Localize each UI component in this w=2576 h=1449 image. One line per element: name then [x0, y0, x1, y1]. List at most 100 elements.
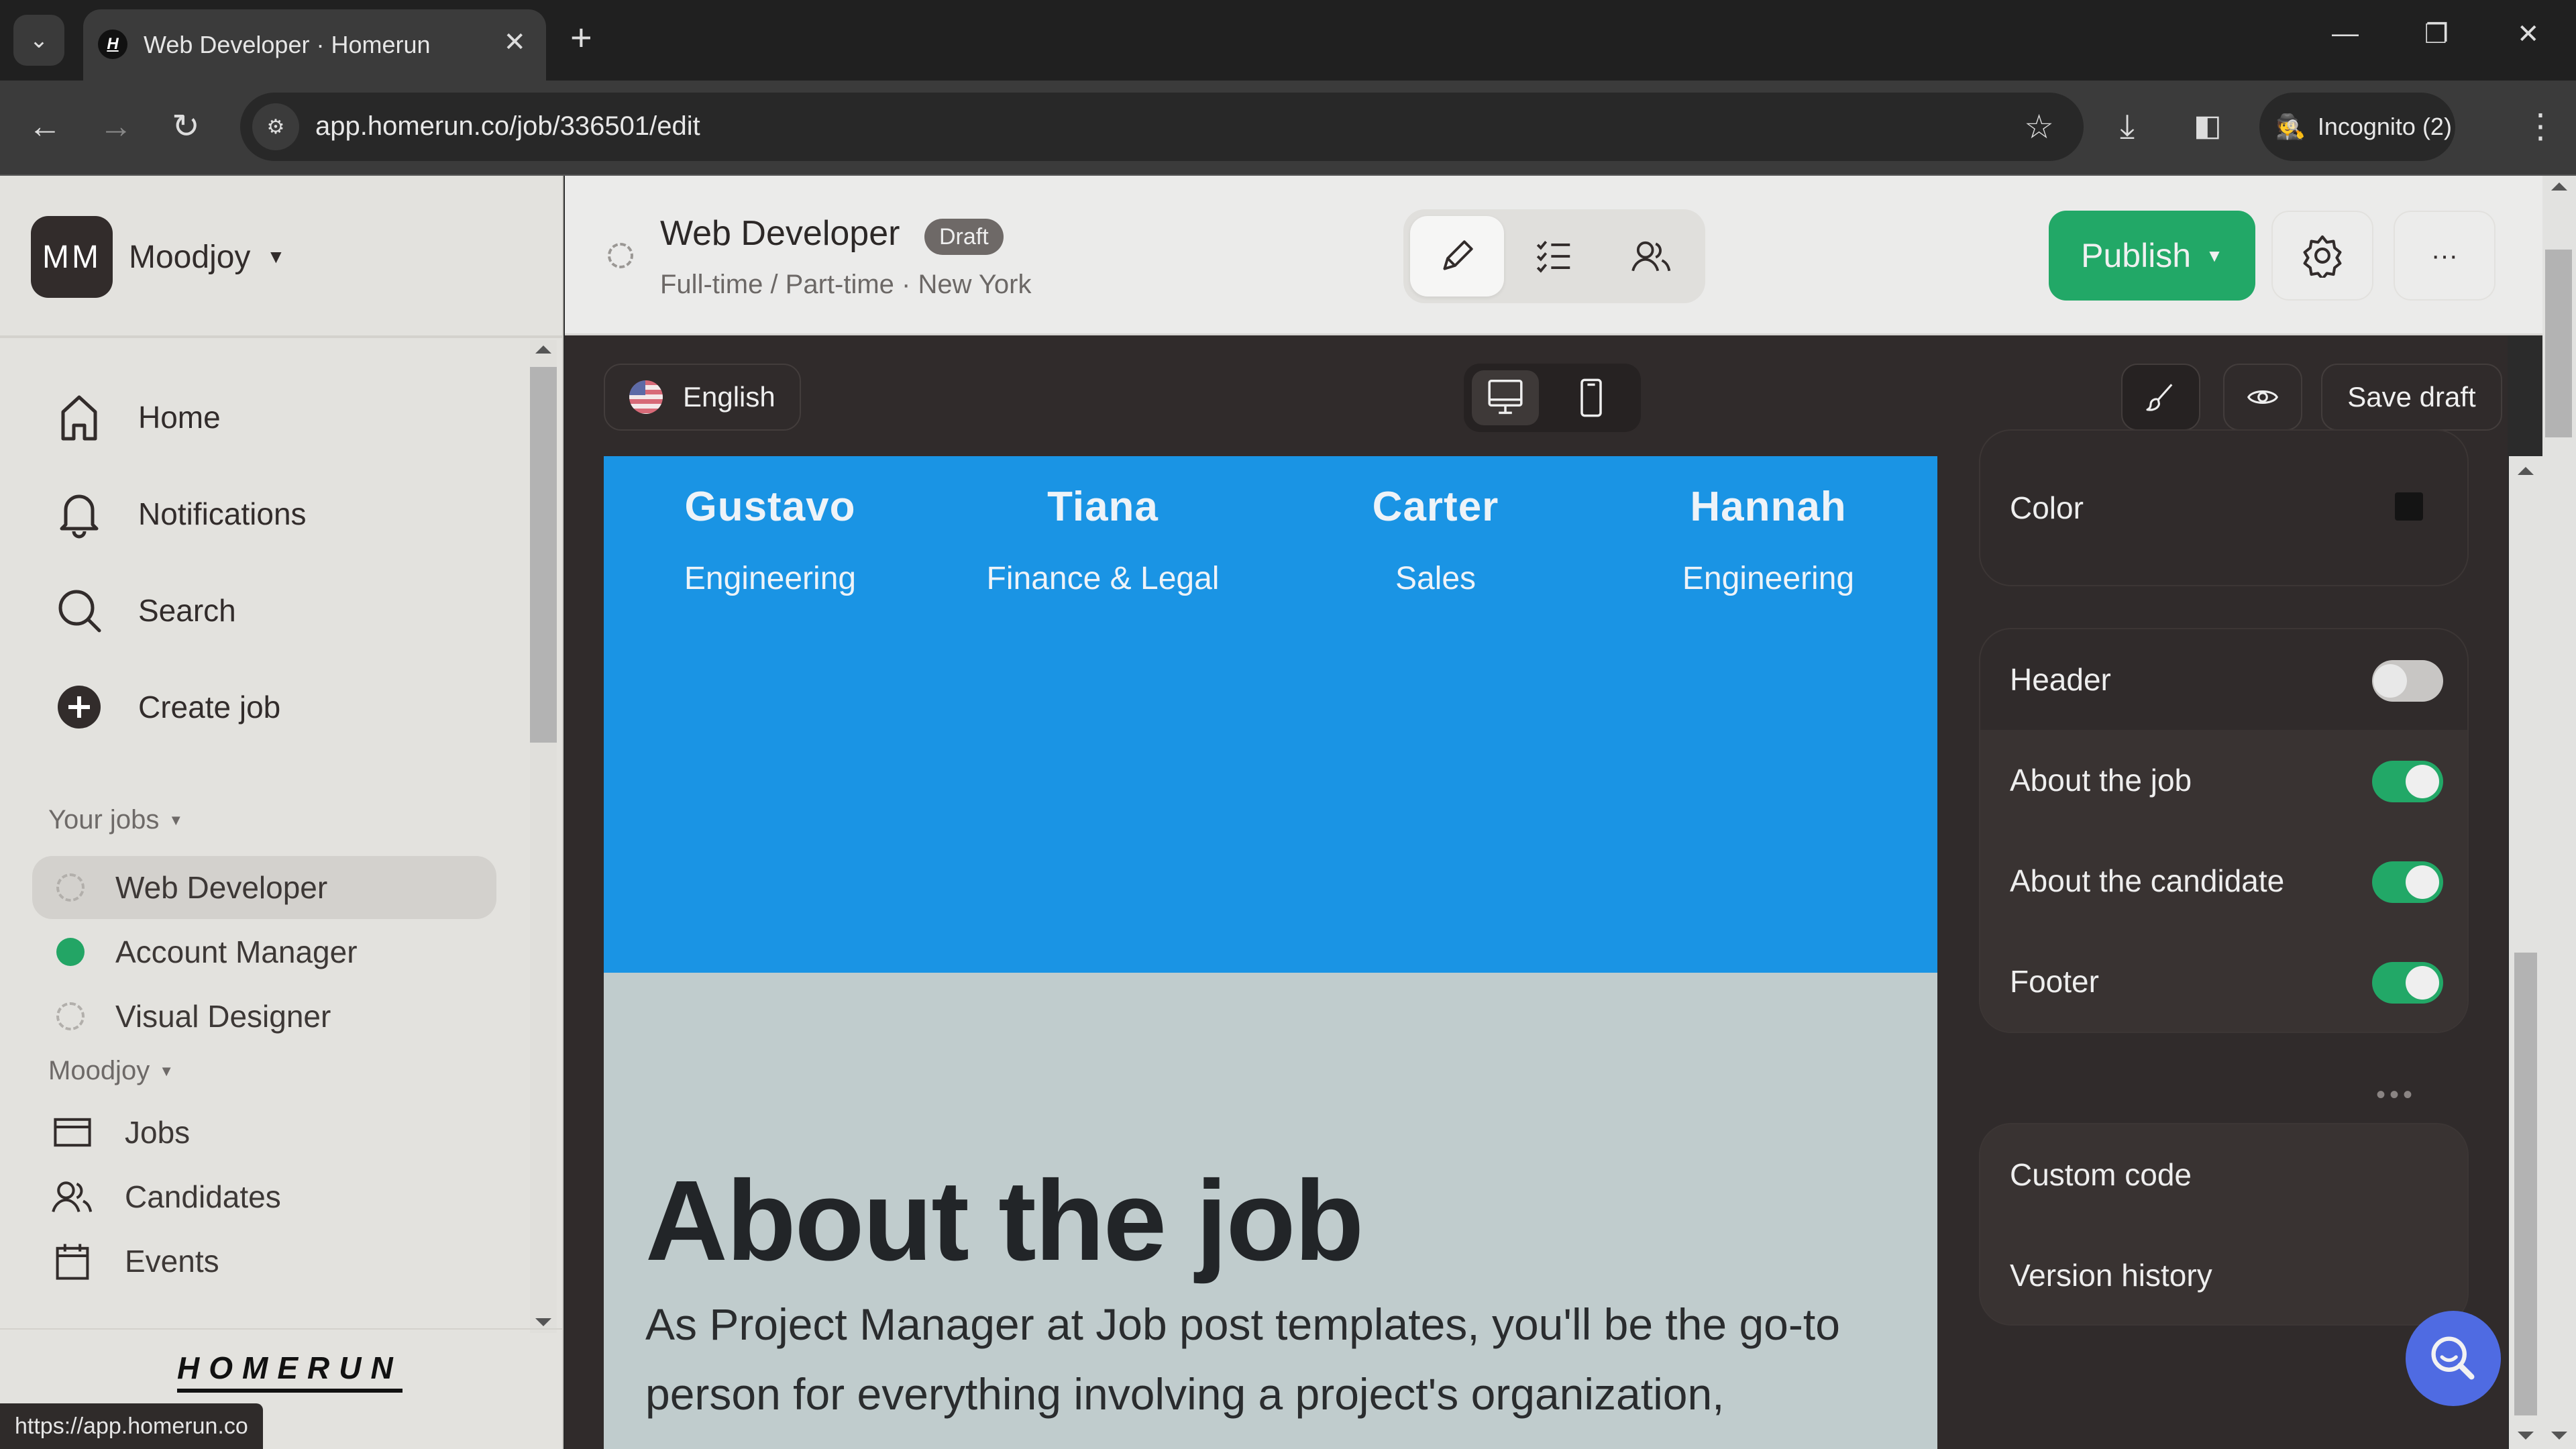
color-swatch[interactable]: [2395, 492, 2423, 521]
calendar-icon: [56, 1244, 89, 1280]
caret-down-icon: ▼: [159, 1062, 174, 1079]
scroll-down-arrow-icon[interactable]: [2551, 1432, 2567, 1440]
bell-icon: [60, 494, 99, 539]
more-options-dots-icon[interactable]: •••: [2376, 1080, 2416, 1110]
page-scrollbar[interactable]: [2542, 176, 2576, 1449]
mobile-view-button[interactable]: [1558, 370, 1625, 425]
scroll-down-arrow-icon[interactable]: [535, 1318, 551, 1326]
desktop-view-button[interactable]: [1472, 370, 1539, 425]
settings-scrollbar[interactable]: [2509, 456, 2542, 1449]
restore-icon[interactable]: ❐: [2424, 19, 2449, 50]
workspace-section-toggle[interactable]: Moodjoy ▼: [48, 1056, 174, 1086]
sidebar-item-label: Create job: [138, 690, 281, 724]
browser-tab-bar: ⌄ H Web Developer · Homerun ✕ + — ❐ ✕: [0, 0, 2576, 80]
toggle-knob: [2406, 765, 2439, 798]
site-settings-icon[interactable]: ⚙: [252, 103, 299, 150]
footer-toggle[interactable]: [2372, 962, 2443, 1004]
scroll-down-arrow-icon[interactable]: [2518, 1432, 2534, 1440]
section-toggle-row: About the job: [1980, 730, 2467, 830]
org-switcher[interactable]: MM Moodjoy ▼: [31, 216, 285, 298]
job-item-visual-designer[interactable]: Visual Designer: [32, 985, 496, 1048]
close-window-icon[interactable]: ✕: [2517, 19, 2540, 50]
language-selector[interactable]: English: [604, 364, 801, 431]
scroll-up-arrow-icon[interactable]: [535, 345, 551, 354]
scroll-up-arrow-icon[interactable]: [2551, 182, 2567, 191]
edit-mode-button[interactable]: [1410, 216, 1504, 297]
sections-card: Header About the job About the candidate…: [1979, 628, 2469, 1033]
your-jobs-section-toggle[interactable]: Your jobs ▼: [48, 805, 183, 835]
bookmark-star-icon[interactable]: ☆: [2024, 107, 2054, 146]
color-setting[interactable]: Color: [1980, 458, 2467, 558]
mode-switch: [1403, 209, 1705, 303]
sidebar-item-search[interactable]: Search: [52, 584, 236, 637]
custom-code-link[interactable]: Custom code: [1980, 1124, 2467, 1225]
about-candidate-toggle[interactable]: [2372, 861, 2443, 903]
device-switch: [1464, 364, 1641, 432]
sidebar-scrollbar[interactable]: [530, 340, 557, 1333]
section-label: Your jobs: [48, 805, 160, 835]
sidebar-item-notifications[interactable]: Notifications: [52, 487, 307, 541]
caret-down-icon: ▼: [168, 811, 184, 828]
browser-menu-icon[interactable]: ⋮: [2524, 106, 2557, 146]
candidates-mode-button[interactable]: [1605, 216, 1699, 297]
forward-icon[interactable]: →: [99, 106, 133, 146]
job-item-web-developer[interactable]: Web Developer: [32, 856, 496, 919]
header-toggle[interactable]: [2372, 660, 2443, 702]
page-scroll-thumb[interactable]: [2545, 250, 2572, 437]
browser-toolbar: ← → ↻ ⚙ app.homerun.co/job/336501/edit ☆…: [0, 80, 2576, 176]
sidebar-scroll-thumb[interactable]: [530, 367, 557, 743]
toggle-knob: [2373, 664, 2407, 698]
brush-icon: [2146, 384, 2173, 411]
section-label: About the candidate: [2010, 863, 2285, 898]
checklist-mode-button[interactable]: [1507, 216, 1601, 297]
sidebar-item-jobs[interactable]: Jobs: [51, 1111, 190, 1154]
job-settings-button[interactable]: [2271, 211, 2373, 301]
tab-list-button[interactable]: ⌄: [13, 15, 64, 66]
preview-button[interactable]: [2223, 364, 2302, 431]
minimize-icon[interactable]: —: [2332, 19, 2359, 49]
member-department: Finance & Legal: [986, 561, 1220, 596]
language-label: English: [683, 381, 775, 413]
scroll-up-arrow-icon[interactable]: [2518, 467, 2534, 475]
sidebar-item-home[interactable]: Home: [52, 390, 221, 444]
sidebar-item-label: Notifications: [138, 496, 307, 531]
member-name: Carter: [1372, 484, 1499, 530]
homerun-logo: HOMERUN: [177, 1350, 402, 1393]
back-icon[interactable]: ←: [28, 106, 62, 146]
new-tab-button[interactable]: +: [570, 17, 592, 58]
url-text[interactable]: app.homerun.co/job/336501/edit: [315, 111, 700, 142]
incognito-button[interactable]: 🕵 Incognito (2): [2259, 93, 2455, 161]
job-label: Web Developer: [115, 870, 328, 905]
eye-icon: [2247, 390, 2279, 404]
download-icon[interactable]: ⤓: [2120, 106, 2135, 146]
team-member: Carter Sales: [1269, 483, 1602, 597]
jobs-icon: [54, 1118, 91, 1147]
settings-scroll-thumb[interactable]: [2514, 953, 2537, 1415]
save-draft-button[interactable]: Save draft: [2321, 364, 2502, 431]
design-brush-button[interactable]: [2121, 364, 2200, 431]
sidebar-item-events[interactable]: Events: [51, 1240, 219, 1283]
address-bar[interactable]: ⚙ app.homerun.co/job/336501/edit ☆: [240, 93, 2084, 161]
color-card: Color: [1979, 429, 2469, 586]
caret-down-icon: ▼: [2206, 245, 2223, 266]
more-options-button[interactable]: ···: [2394, 211, 2496, 301]
help-search-button[interactable]: [2406, 1311, 2501, 1406]
sidebar-item-candidates[interactable]: Candidates: [51, 1175, 281, 1218]
about-job-section[interactable]: About the job As Project Manager at Job …: [604, 973, 1937, 1449]
member-name: Gustavo: [684, 484, 856, 530]
publish-button[interactable]: Publish ▼: [2049, 211, 2255, 301]
published-status-icon: [56, 938, 85, 966]
publish-label: Publish: [2081, 237, 2192, 274]
settings-panel: Color Header About the job About the can…: [1940, 429, 2508, 1449]
reload-icon[interactable]: ↻: [172, 106, 200, 146]
about-job-toggle[interactable]: [2372, 761, 2443, 802]
version-history-link[interactable]: Version history: [1980, 1225, 2467, 1324]
team-section: Gustavo Engineering Tiana Finance & Lega…: [604, 456, 1937, 973]
job-item-account-manager[interactable]: Account Manager: [32, 920, 496, 983]
plus-circle-icon: [58, 686, 101, 729]
browser-tab[interactable]: H Web Developer · Homerun ✕: [83, 9, 546, 80]
close-tab-icon[interactable]: ✕: [503, 27, 526, 58]
side-panel-icon[interactable]: ◧: [2194, 106, 2222, 146]
sidebar-item-create-job[interactable]: Create job: [52, 680, 280, 734]
caret-down-icon: ▼: [266, 246, 286, 267]
